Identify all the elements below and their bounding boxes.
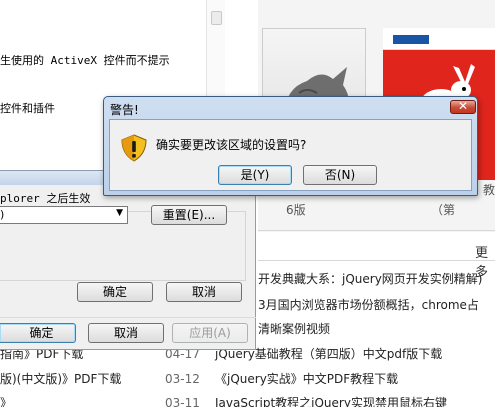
book-caption-right: （第: [431, 203, 456, 217]
footer-apply-button[interactable]: 应用(A): [172, 323, 248, 343]
no-button[interactable]: 否(N): [303, 165, 377, 185]
book-caption-left: 6版: [286, 203, 306, 217]
yes-button[interactable]: 是(Y): [218, 165, 292, 185]
divider: [258, 230, 495, 231]
news-item[interactable]: 清晰案例视频: [258, 320, 330, 337]
news-title[interactable]: 清晰案例视频: [258, 322, 330, 336]
news-item[interactable]: 开发典藏大系：jQuery网页开发实例精解): [258, 270, 483, 287]
scrollbar-thumb[interactable]: [211, 11, 222, 25]
warning-shield-icon: [121, 134, 147, 162]
footer-cancel-button[interactable]: 取消: [88, 323, 164, 343]
warning-dialog: 警告! ✕ 确实要更改该区域的设置吗? 是(Y) 否(N): [103, 96, 478, 196]
divider: [0, 317, 256, 318]
download-link[interactable]: 》: [0, 394, 12, 407]
internet-options-dialog: ||| plorer 之后生效 ) ▼ 重置(E)... 确定 取消 确定 取消…: [0, 170, 256, 350]
cancel-button[interactable]: 取消: [166, 282, 242, 302]
reset-button[interactable]: 重置(E)...: [151, 205, 227, 225]
news-item[interactable]: 3月国内浏览器市场份额概括，chrome占: [258, 296, 479, 313]
confirm-button[interactable]: 确定: [77, 282, 153, 302]
news-title[interactable]: 《jQuery实战》中文PDF教程下载: [215, 372, 398, 386]
dialog-message: 确实要更改该区域的设置吗?: [156, 138, 307, 152]
chevron-down-icon: ▼: [116, 208, 123, 218]
security-option-text: 生使用的 ActiveX 控件而不提示: [0, 54, 170, 67]
divider: [258, 260, 495, 261]
security-option-text: 控件和插件: [0, 102, 55, 115]
download-link[interactable]: 版)(中文版)》PDF下载: [0, 370, 121, 387]
news-item[interactable]: 03-11 JavaScript教程之jQuery实现禁用鼠标右键: [165, 394, 447, 407]
publisher-badge: [393, 35, 429, 44]
news-title[interactable]: 3月国内浏览器市场份额概括，chrome占: [258, 298, 479, 312]
select-value: ): [0, 208, 5, 221]
close-icon: ✕: [457, 99, 469, 113]
restart-note: plorer 之后生效: [0, 192, 91, 205]
dialog-title: 警告!: [110, 103, 139, 117]
dialog-body: 确实要更改该区域的设置吗? 是(Y) 否(N): [109, 119, 472, 191]
book-caption-edge: 教: [483, 183, 495, 197]
news-item[interactable]: 03-12 《jQuery实战》中文PDF教程下载: [165, 370, 398, 387]
news-title[interactable]: JavaScript教程之jQuery实现禁用鼠标右键: [215, 396, 447, 407]
footer-ok-button[interactable]: 确定: [0, 323, 76, 343]
close-button[interactable]: ✕: [450, 99, 476, 114]
news-date: 03-11: [165, 396, 200, 407]
security-level-select[interactable]: ) ▼: [0, 206, 128, 224]
news-title[interactable]: 开发典藏大系：jQuery网页开发实例精解): [258, 272, 483, 286]
news-date: 03-12: [165, 372, 200, 386]
